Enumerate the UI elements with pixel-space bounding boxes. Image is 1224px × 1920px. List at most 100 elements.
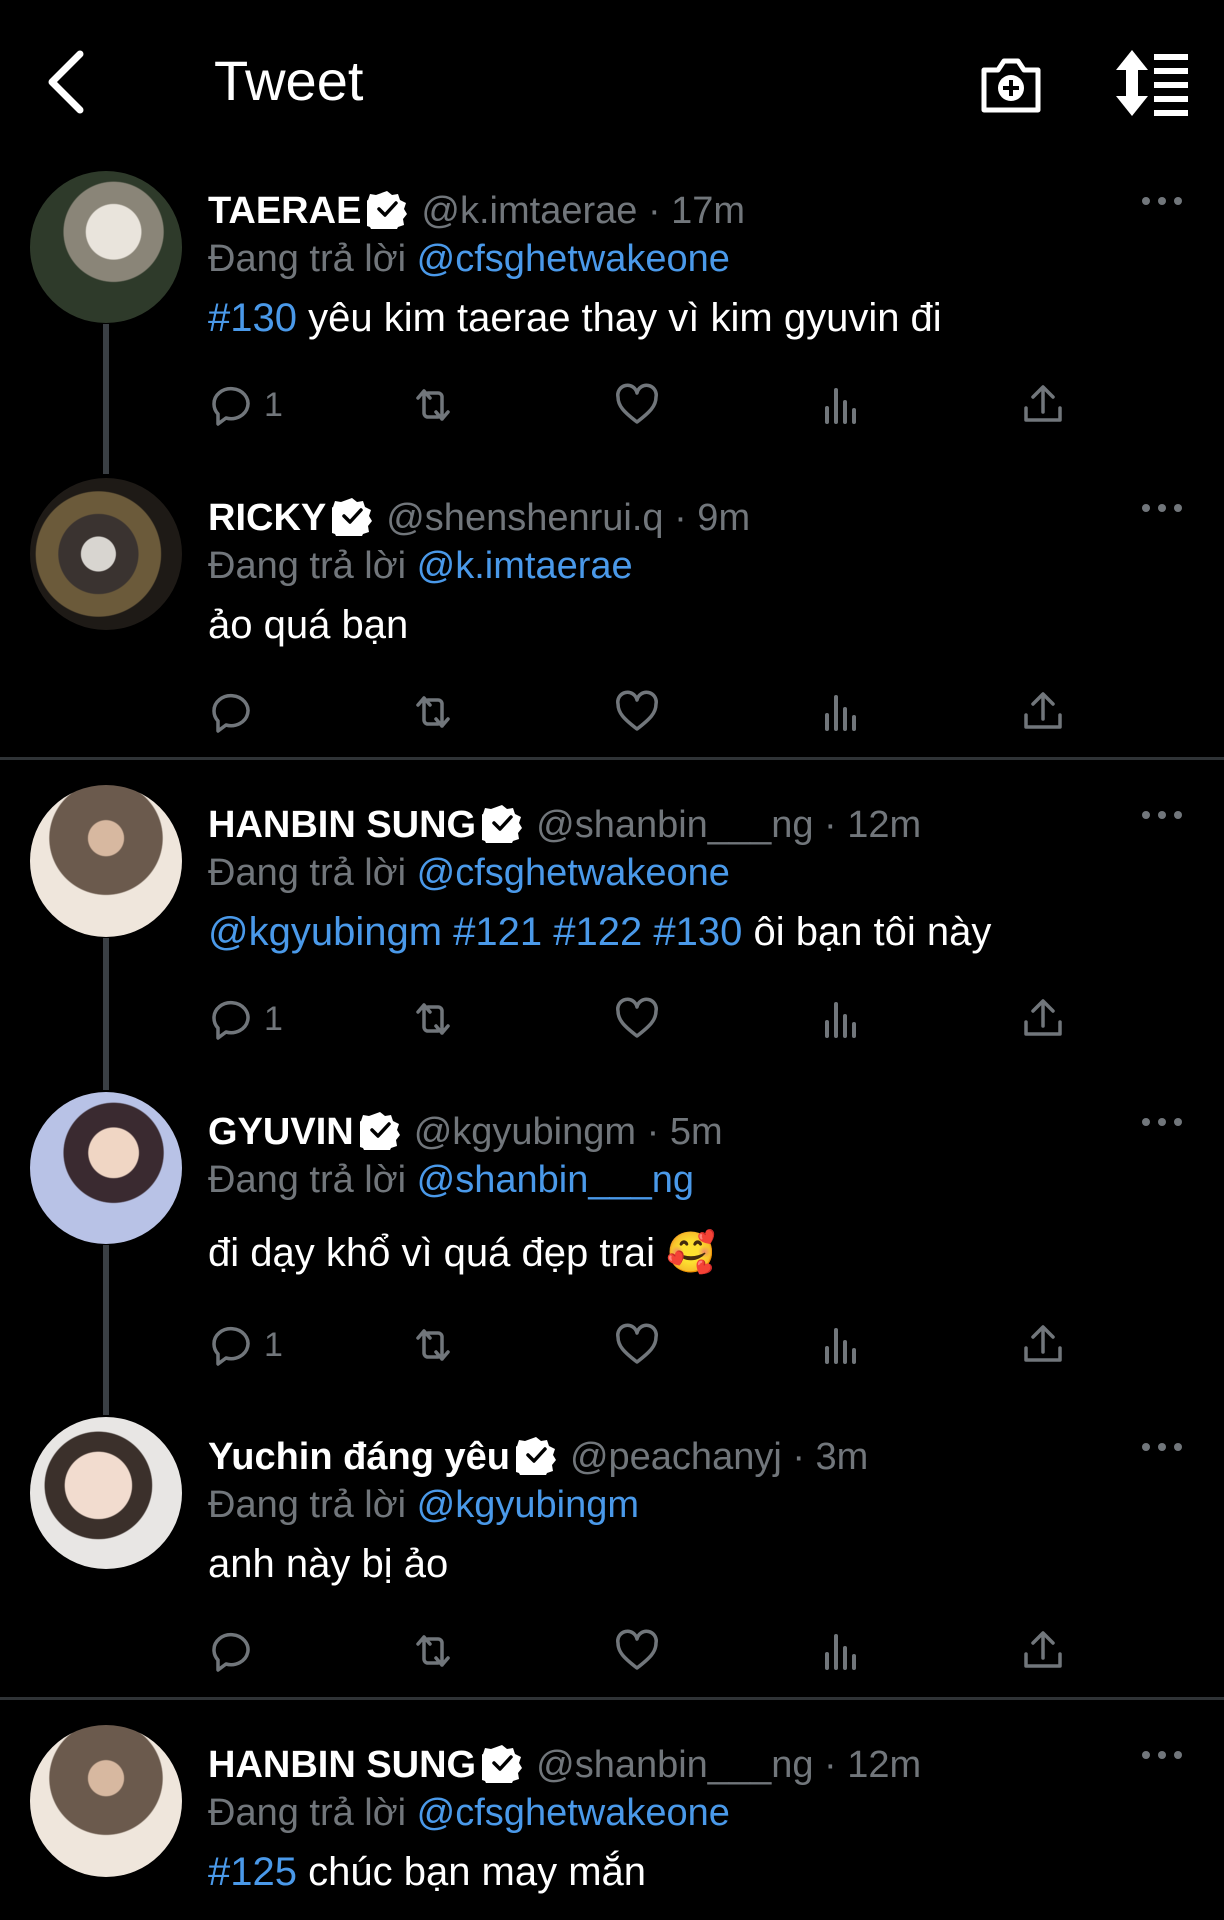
more-options-icon[interactable] (1140, 1435, 1184, 1459)
tweet[interactable]: HANBIN SUNG @shanbin___ng · 12m Đang trả … (0, 779, 1224, 1079)
retweet-button[interactable] (410, 991, 456, 1047)
display-name[interactable]: HANBIN SUNG (208, 804, 476, 846)
heart-icon (614, 1628, 660, 1674)
retweet-icon (410, 996, 456, 1042)
analytics-button[interactable] (818, 991, 864, 1047)
retweet-button[interactable] (410, 377, 456, 433)
avatar[interactable] (30, 1417, 182, 1569)
reply-button[interactable]: 1 (208, 991, 283, 1047)
display-name[interactable]: GYUVIN (208, 1111, 354, 1153)
handle-time[interactable]: @kgyubingm · 5m (414, 1111, 723, 1153)
reply-context: Đang trả lời @k.imtaerae (208, 545, 633, 587)
more-options-icon[interactable] (1140, 1110, 1184, 1134)
reply-mention[interactable]: @kgyubingm (417, 1484, 639, 1526)
camera-add-icon[interactable] (976, 48, 1046, 118)
reply-icon (208, 382, 254, 428)
like-button[interactable] (614, 1317, 660, 1373)
more-options-icon[interactable] (1140, 1743, 1184, 1767)
retweet-icon (410, 1628, 456, 1674)
retweet-button[interactable] (410, 1623, 456, 1679)
handle-time[interactable]: @k.imtaerae · 17m (421, 190, 745, 232)
reply-mention[interactable]: @cfsghetwakeone (417, 1792, 730, 1834)
back-arrow-icon[interactable] (36, 42, 96, 122)
handle-time[interactable]: @peachanyj · 3m (570, 1436, 868, 1478)
tweet[interactable]: HANBIN SUNG @shanbin___ng · 12m Đang trả … (0, 1719, 1224, 1919)
like-button[interactable] (614, 991, 660, 1047)
display-name[interactable]: TAERAE (208, 190, 361, 232)
reply-button[interactable]: 1 (208, 1317, 283, 1373)
reply-mention[interactable]: @cfsghetwakeone (417, 852, 730, 894)
tweet-header: GYUVIN @kgyubingm · 5m (208, 1108, 723, 1156)
hashtags[interactable]: @kgyubingm #121 #122 #130 (208, 910, 742, 954)
reply-icon (208, 1322, 254, 1368)
tweet-header: HANBIN SUNG @shanbin___ng · 12m (208, 801, 921, 849)
reply-mention[interactable]: @shanbin___ng (417, 1159, 694, 1201)
reply-count: 1 (264, 1325, 283, 1364)
analytics-button[interactable] (818, 684, 864, 740)
reply-button[interactable] (208, 684, 264, 740)
reply-icon (208, 1628, 254, 1674)
display-name[interactable]: RICKY (208, 497, 326, 539)
tweet-header: HANBIN SUNG @shanbin___ng · 12m (208, 1741, 921, 1789)
reply-mention[interactable]: @cfsghetwakeone (417, 238, 730, 280)
action-bar: 1 (208, 991, 1088, 1047)
like-button[interactable] (614, 1623, 660, 1679)
reply-context: Đang trả lời @shanbin___ng (208, 1159, 695, 1201)
analytics-button[interactable] (818, 1317, 864, 1373)
action-bar (208, 684, 1088, 740)
more-options-icon[interactable] (1140, 189, 1184, 213)
like-button[interactable] (614, 377, 660, 433)
analytics-icon (818, 689, 864, 735)
share-button[interactable] (1020, 991, 1066, 1047)
handle-time[interactable]: @shanbin___ng · 12m (536, 804, 921, 846)
tweet-header: RICKY @shenshenrui.q · 9m (208, 494, 750, 542)
avatar[interactable] (30, 1725, 182, 1877)
handle-time[interactable]: @shanbin___ng · 12m (536, 1744, 921, 1786)
reply-button[interactable] (208, 1623, 264, 1679)
reply-count: 1 (264, 999, 283, 1038)
analytics-icon (818, 1628, 864, 1674)
share-icon (1020, 382, 1066, 428)
avatar[interactable] (30, 785, 182, 937)
more-options-icon[interactable] (1140, 496, 1184, 520)
page-title: Tweet (214, 49, 364, 112)
display-name[interactable]: Yuchin đáng yêu (208, 1436, 510, 1478)
hashtag[interactable]: #125 (208, 1850, 297, 1894)
tweet-text: @kgyubingm #121 #122 #130 ôi bạn tôi này (208, 910, 992, 954)
reply-button[interactable]: 1 (208, 377, 283, 433)
tweet[interactable]: Yuchin đáng yêu @peachanyj · 3m Đang trả … (0, 1411, 1224, 1696)
tweet[interactable]: RICKY @shenshenrui.q · 9m Đang trả lời @k… (0, 472, 1224, 757)
share-button[interactable] (1020, 1623, 1066, 1679)
display-name[interactable]: HANBIN SUNG (208, 1744, 476, 1786)
avatar[interactable] (30, 478, 182, 630)
heart-icon (614, 996, 660, 1042)
tweet[interactable]: TAERAE @k.imtaerae · 17m Đang trả lời @cf… (0, 165, 1224, 465)
analytics-button[interactable] (818, 1623, 864, 1679)
heart-icon (614, 1322, 660, 1368)
sort-icon[interactable] (1114, 48, 1192, 118)
share-button[interactable] (1020, 1317, 1066, 1373)
retweet-button[interactable] (410, 1317, 456, 1373)
like-button[interactable] (614, 684, 660, 740)
retweet-button[interactable] (410, 684, 456, 740)
reply-mention[interactable]: @k.imtaerae (417, 545, 633, 587)
share-button[interactable] (1020, 684, 1066, 740)
avatar[interactable] (30, 171, 182, 323)
share-button[interactable] (1020, 377, 1066, 433)
tweet-text: #130 yêu kim taerae thay vì kim gyuvin đ… (208, 296, 942, 340)
avatar[interactable] (30, 1092, 182, 1244)
analytics-button[interactable] (818, 377, 864, 433)
handle-time[interactable]: @shenshenrui.q · 9m (386, 497, 750, 539)
tweet[interactable]: GYUVIN @kgyubingm · 5m Đang trả lời @shan… (0, 1086, 1224, 1406)
tweet-text: đi dạy khổ vì quá đẹp trai 🥰 (208, 1231, 716, 1275)
more-options-icon[interactable] (1140, 803, 1184, 827)
reply-icon (208, 996, 254, 1042)
divider (0, 1697, 1224, 1700)
heart-icon (614, 382, 660, 428)
heart-icon (614, 689, 660, 735)
verified-badge-icon (516, 1435, 556, 1475)
share-icon (1020, 1628, 1066, 1674)
verified-badge-icon (332, 496, 372, 536)
tweet-text: #125 chúc bạn may mắn (208, 1850, 647, 1894)
hashtag[interactable]: #130 (208, 296, 297, 340)
